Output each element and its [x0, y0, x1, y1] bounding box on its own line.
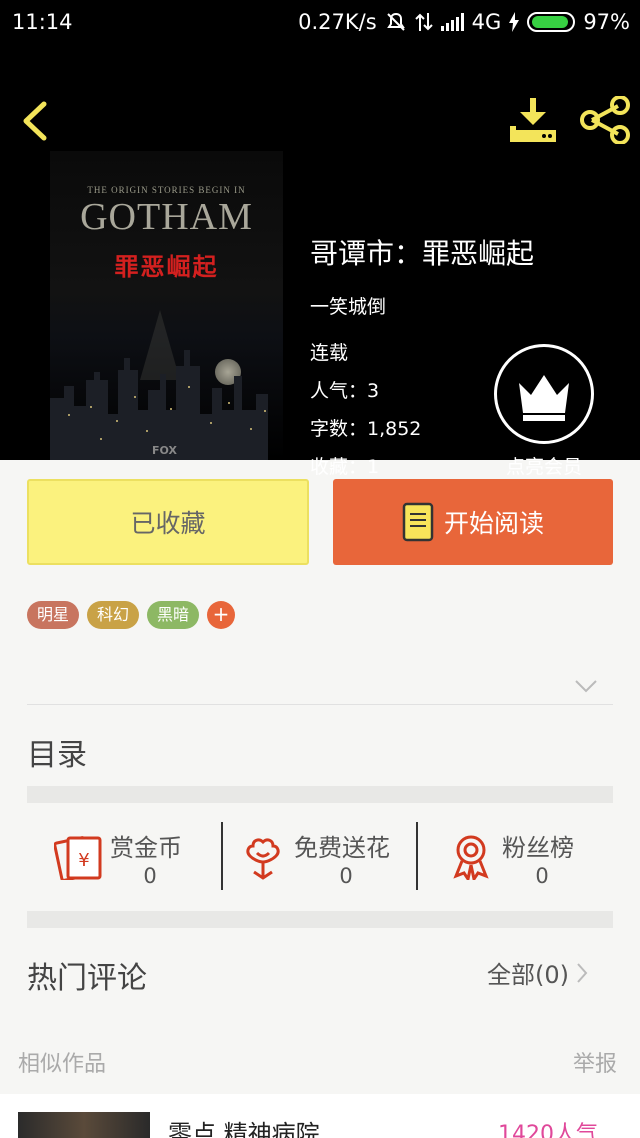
section-band	[27, 911, 613, 928]
section-band	[27, 786, 613, 803]
signal-icon	[440, 13, 464, 31]
vip-button[interactable]: 点亮会员	[492, 344, 596, 484]
fan-ranking-value: 0	[535, 864, 549, 888]
similar-work-popularity: 1420人气	[498, 1122, 598, 1138]
data-transfer-icon	[414, 13, 433, 31]
favorited-label: 已收藏	[130, 509, 206, 538]
book-header: THE ORIGIN STORIES BEGIN IN GOTHAM 罪恶崛起 …	[0, 48, 640, 478]
svg-text:¥: ¥	[78, 850, 89, 871]
reward-coins-stat[interactable]: ¥ 赏金币 0	[54, 822, 214, 892]
book-author[interactable]: 一笑城倒	[310, 292, 386, 319]
tag-item[interactable]: 科幻	[87, 601, 140, 629]
book-cover[interactable]: THE ORIGIN STORIES BEGIN IN GOTHAM 罪恶崛起 …	[50, 151, 283, 460]
cover-network-logo: FOX	[152, 444, 177, 457]
free-flowers-label: 免费送花	[294, 834, 390, 862]
reward-coins-label: 赏金币	[110, 834, 182, 862]
divider	[27, 704, 613, 705]
book-favorites: 收藏：1	[310, 456, 380, 478]
book-popularity: 人气：3	[310, 380, 380, 402]
chevron-down-icon[interactable]	[574, 678, 598, 694]
share-icon[interactable]	[578, 96, 632, 144]
fan-ranking-stat[interactable]: 粉丝榜 0	[450, 822, 600, 892]
stat-separator	[221, 822, 223, 890]
cover-title-cn: 罪恶崛起	[114, 253, 219, 281]
free-flowers-value: 0	[339, 864, 353, 888]
report-link[interactable]: 举报	[573, 1046, 617, 1078]
start-reading-button[interactable]: 开始阅读	[333, 479, 613, 565]
book-icon	[402, 502, 434, 542]
red-envelope-icon: ¥	[54, 836, 102, 880]
free-flowers-stat[interactable]: 免费送花 0	[244, 822, 414, 892]
start-reading-label: 开始阅读	[443, 509, 544, 538]
battery-icon	[527, 12, 576, 32]
mute-bell-icon	[386, 12, 405, 31]
tag-item[interactable]: 明星	[27, 601, 80, 629]
similar-work-title: 零点.精神病院	[168, 1120, 320, 1138]
cover-title-en: GOTHAM	[80, 196, 253, 238]
fan-ranking-label: 粉丝榜	[502, 834, 574, 862]
network-speed: 0.27K/s	[298, 10, 377, 34]
similar-work-item[interactable]: 零点.精神病院 1420人气	[0, 1094, 640, 1138]
flower-icon	[246, 838, 280, 880]
crown-icon	[494, 344, 594, 444]
stat-separator	[416, 822, 418, 890]
battery-percent: 97%	[583, 10, 630, 34]
hot-comments-heading: 热门评论	[27, 961, 147, 996]
book-word-count: 字数：1,852	[310, 418, 422, 440]
chevron-right-icon	[577, 962, 588, 983]
tag-list: 明星 科幻 黑暗 +	[27, 601, 236, 629]
charging-icon	[509, 12, 520, 32]
all-comments-link[interactable]: 全部(0)	[487, 955, 589, 990]
favorited-button[interactable]: 已收藏	[27, 479, 309, 565]
catalog-heading[interactable]: 目录	[27, 730, 87, 774]
status-icons: 0.27K/s 4G 97%	[298, 10, 630, 34]
reward-coins-value: 0	[143, 864, 157, 888]
book-status: 连载	[310, 342, 349, 364]
tag-item[interactable]: 黑暗	[147, 601, 200, 629]
download-icon[interactable]	[506, 96, 560, 144]
back-icon[interactable]	[18, 98, 52, 144]
cover-tagline: THE ORIGIN STORIES BEGIN IN	[87, 185, 246, 195]
vip-label: 点亮会员	[505, 456, 582, 478]
award-ribbon-icon	[453, 835, 489, 880]
similar-work-thumbnail	[18, 1112, 150, 1138]
status-bar: 11:14 0.27K/s 4G 97%	[0, 0, 640, 48]
network-type: 4G	[471, 10, 502, 34]
status-time: 11:14	[12, 10, 73, 34]
add-tag-button[interactable]: +	[207, 601, 236, 629]
cover-skyline	[50, 310, 268, 460]
book-title: 哥谭市：罪恶崛起	[310, 237, 535, 270]
similar-works-heading: 相似作品	[18, 1052, 107, 1077]
all-comments-label: 全部(0)	[487, 961, 569, 989]
